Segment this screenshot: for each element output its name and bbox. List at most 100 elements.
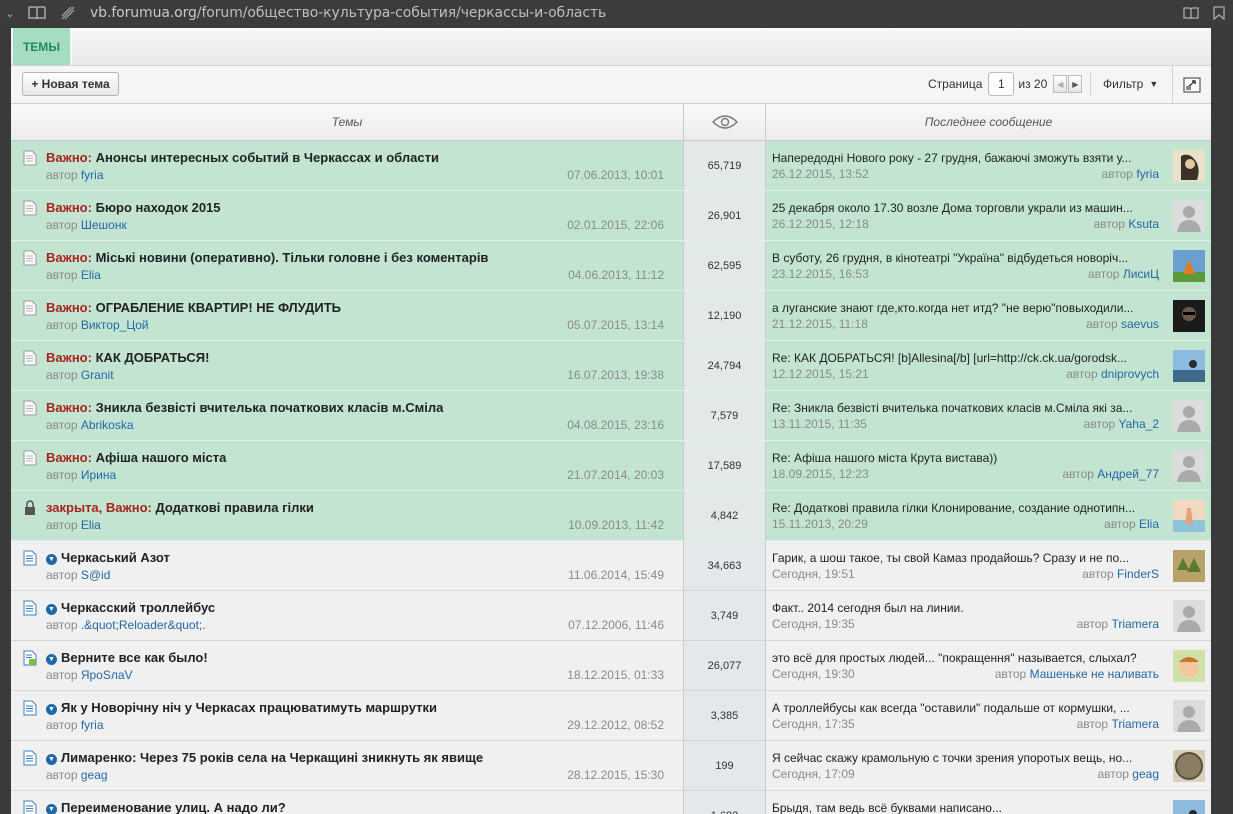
- last-post-text[interactable]: А троллейбусы как всегда "оставили" пода…: [772, 701, 1166, 715]
- avatar[interactable]: [1173, 300, 1205, 332]
- last-post-text[interactable]: Факт.. 2014 сегодня был на линии.: [772, 601, 1166, 615]
- avatar[interactable]: [1173, 550, 1205, 582]
- topic-row[interactable]: Важно: Бюро находок 2015 автор Шешонк 02…: [11, 191, 1211, 241]
- topic-title[interactable]: Бюро находок 2015: [96, 200, 221, 215]
- author-link[interactable]: .&quot;Reloader&quot;.: [81, 618, 206, 632]
- avatar[interactable]: [1173, 650, 1205, 682]
- author-link[interactable]: ЯроSлаV: [81, 668, 133, 682]
- avatar[interactable]: [1173, 750, 1205, 782]
- avatar[interactable]: [1173, 800, 1205, 814]
- page-input[interactable]: 1: [988, 72, 1015, 96]
- go-to-new-icon[interactable]: ▼: [46, 754, 57, 765]
- site-info-icon[interactable]: [54, 0, 82, 26]
- last-post-text[interactable]: а луганские знают где,кто.когда нет итд?…: [772, 301, 1166, 315]
- last-author-link[interactable]: dniprovych: [1101, 367, 1159, 381]
- column-topics[interactable]: Темы: [11, 104, 684, 140]
- reading-mode-icon[interactable]: [1177, 0, 1205, 26]
- topic-title[interactable]: ОГРАБЛЕНИЕ КВАРТИР! НЕ ФЛУДИТЬ: [96, 300, 341, 315]
- last-post-text[interactable]: Гарик, а шош такое, ты свой Камаз продай…: [772, 551, 1166, 565]
- topic-title[interactable]: Верните все как было!: [61, 650, 208, 665]
- last-author-link[interactable]: fyria: [1136, 167, 1159, 181]
- next-page-button[interactable]: ▶: [1068, 75, 1083, 93]
- go-to-new-icon[interactable]: ▼: [46, 554, 57, 565]
- last-post-text[interactable]: Re: Афіша нашого міста Крута вистава)): [772, 451, 1166, 465]
- column-last-post[interactable]: Последнее сообщение: [766, 104, 1211, 140]
- topic-title[interactable]: Переименование улиц. А надо ли?: [61, 800, 286, 814]
- author-link[interactable]: Granit: [81, 368, 114, 382]
- dropdown-icon[interactable]: ⌄: [0, 0, 20, 26]
- last-post-text[interactable]: Re: Зникла безвісті вчителька початкових…: [772, 401, 1166, 415]
- last-author-link[interactable]: Triamera: [1111, 617, 1159, 631]
- bookmark-icon[interactable]: [1205, 0, 1233, 26]
- topic-title[interactable]: Афіша нашого міста: [96, 450, 227, 465]
- avatar[interactable]: [1173, 600, 1205, 632]
- topic-title[interactable]: Черкаський Азот: [61, 550, 170, 565]
- go-to-new-icon[interactable]: ▼: [46, 704, 57, 715]
- last-post-text[interactable]: Re: Додаткові правила гілки Клонирование…: [772, 501, 1166, 515]
- author-link[interactable]: Abrikoska: [81, 418, 134, 432]
- reader-view-icon[interactable]: [20, 0, 54, 26]
- avatar[interactable]: [1173, 200, 1205, 232]
- last-author-link[interactable]: Машеньке не наливать: [1030, 667, 1159, 681]
- topic-title[interactable]: Як у Новорічну ніч у Черкасах працюватим…: [61, 700, 437, 715]
- topic-row[interactable]: Важно: Афіша нашого міста автор Ирина 21…: [11, 441, 1211, 491]
- topic-row[interactable]: ▼ Черкаський Азот автор S@id 11.06.2014, …: [11, 541, 1211, 591]
- last-post-text[interactable]: Напередодні Нового року - 27 грудня, баж…: [772, 151, 1166, 165]
- avatar[interactable]: [1173, 250, 1205, 282]
- last-post-text[interactable]: это всё для простых людей... "покращення…: [772, 651, 1166, 665]
- topic-row[interactable]: Важно: Анонсы интересных событий в Черка…: [11, 141, 1211, 191]
- last-post-text[interactable]: Я сейчас скажу крамольную с точки зрения…: [772, 751, 1166, 765]
- topic-row[interactable]: ▼Переименование улиц. А надо ли? автор 1…: [11, 791, 1211, 814]
- avatar[interactable]: [1173, 150, 1205, 182]
- last-author-link[interactable]: ЛисиЦ: [1123, 267, 1159, 281]
- avatar[interactable]: [1173, 700, 1205, 732]
- author-link[interactable]: S@id: [81, 568, 111, 582]
- topic-row[interactable]: ▼ Лимаренко: Через 75 років села на Черка…: [11, 741, 1211, 791]
- last-author-link[interactable]: Triamera: [1111, 717, 1159, 731]
- topic-title[interactable]: КАК ДОБРАТЬСЯ!: [96, 350, 210, 365]
- topic-title[interactable]: Черкасский троллейбус: [61, 600, 215, 615]
- topic-title[interactable]: Міські новини (оперативно). Тільки голов…: [96, 250, 489, 265]
- topic-row[interactable]: Важно: Зникла безвісті вчителька початко…: [11, 391, 1211, 441]
- last-author-link[interactable]: Yaha_2: [1119, 417, 1159, 431]
- topic-row[interactable]: Важно: КАК ДОБРАТЬСЯ! автор Granit 16.07…: [11, 341, 1211, 391]
- author-link[interactable]: fyria: [81, 168, 104, 182]
- last-post-text[interactable]: Брыдя, там ведь всё буквами написано...: [772, 801, 1166, 814]
- topic-row[interactable]: ▼ Верните все как было! автор ЯроSлаV 18.…: [11, 641, 1211, 691]
- new-topic-button[interactable]: + Новая тема: [22, 72, 119, 96]
- topic-row[interactable]: закрыта, Важно: Додаткові правила гілки …: [11, 491, 1211, 541]
- topic-row[interactable]: Важно: Міські новини (оперативно). Тільк…: [11, 241, 1211, 291]
- author-link[interactable]: Шешонк: [81, 218, 127, 232]
- last-author-link[interactable]: Ksuta: [1128, 217, 1159, 231]
- go-to-new-icon[interactable]: ▼: [46, 654, 57, 665]
- last-author-link[interactable]: geag: [1132, 767, 1159, 781]
- last-post-text[interactable]: Re: КАК ДОБРАТЬСЯ! [b]Allesina[/b] [url=…: [772, 351, 1166, 365]
- tab-topics[interactable]: ТЕМЫ: [13, 28, 72, 65]
- topic-title[interactable]: Зникла безвісті вчителька початкових кла…: [96, 400, 444, 415]
- topic-title[interactable]: Додаткові правила гілки: [155, 500, 313, 515]
- author-link[interactable]: Виктор_Цой: [81, 318, 149, 332]
- avatar[interactable]: [1173, 450, 1205, 482]
- column-views[interactable]: [684, 104, 766, 140]
- author-link[interactable]: Elia: [81, 518, 101, 532]
- last-author-link[interactable]: Elia: [1139, 517, 1159, 531]
- topic-title[interactable]: Лимаренко: Через 75 років села на Черкащ…: [61, 750, 483, 765]
- topic-row[interactable]: Важно: ОГРАБЛЕНИЕ КВАРТИР! НЕ ФЛУДИТЬ ав…: [11, 291, 1211, 341]
- author-link[interactable]: geag: [81, 768, 108, 782]
- topic-title[interactable]: Анонсы интересных событий в Черкассах и …: [96, 150, 439, 165]
- avatar[interactable]: [1173, 350, 1205, 382]
- last-author-link[interactable]: FinderS: [1117, 567, 1159, 581]
- author-link[interactable]: fyria: [81, 718, 104, 732]
- last-author-link[interactable]: saevus: [1121, 317, 1159, 331]
- topic-row[interactable]: ▼ Як у Новорічну ніч у Черкасах працювати…: [11, 691, 1211, 741]
- avatar[interactable]: [1173, 500, 1205, 532]
- author-link[interactable]: Ирина: [81, 468, 116, 482]
- go-to-new-icon[interactable]: ▼: [46, 804, 57, 814]
- address-bar[interactable]: vb.forumua.org/forum/общество-культура-с…: [90, 5, 606, 21]
- inline-mod-icon[interactable]: [1172, 66, 1211, 104]
- last-post-text[interactable]: В суботу, 26 грудня, в кінотеатрі "Украї…: [772, 251, 1166, 265]
- avatar[interactable]: [1173, 400, 1205, 432]
- last-author-link[interactable]: Андрей_77: [1097, 467, 1159, 481]
- prev-page-button[interactable]: ◀: [1053, 75, 1068, 93]
- author-link[interactable]: Elia: [81, 268, 101, 282]
